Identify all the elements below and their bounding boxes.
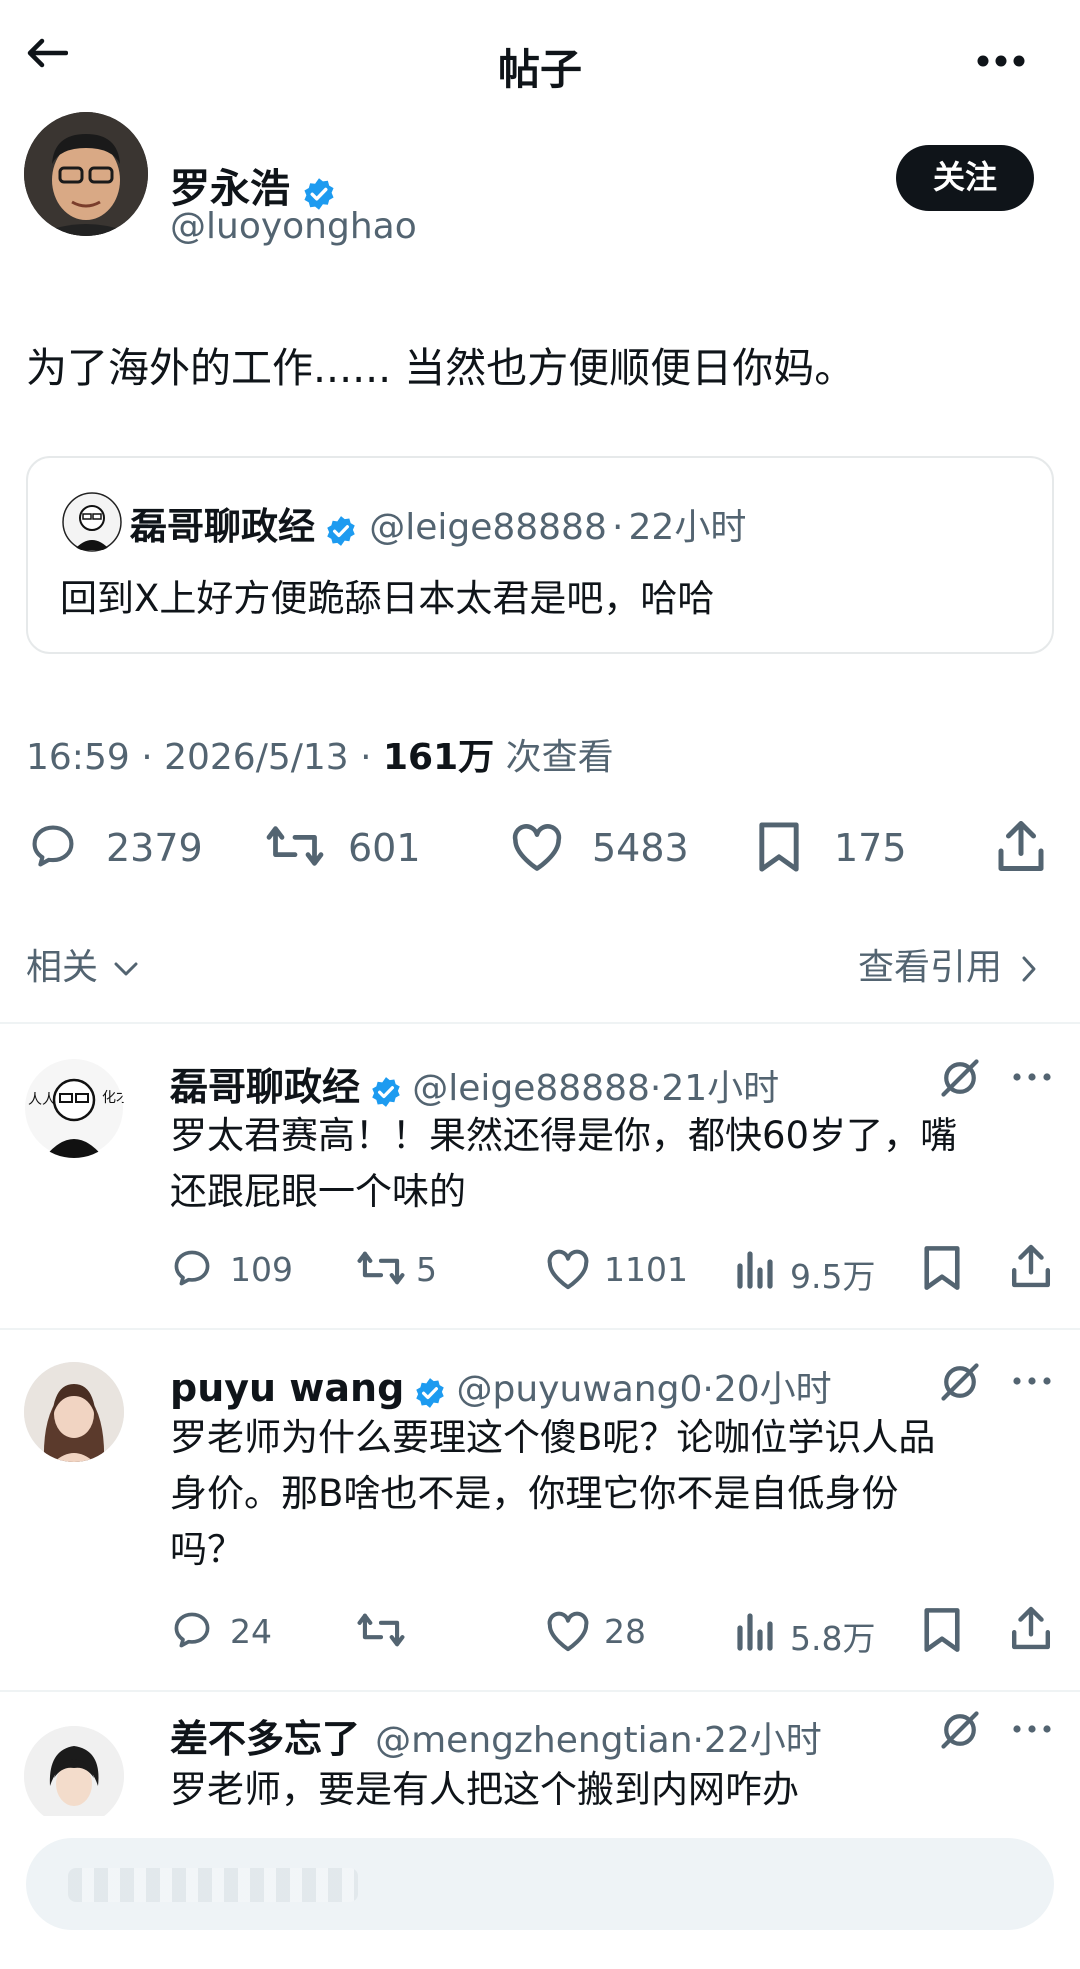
bookmark-icon[interactable] xyxy=(756,820,802,874)
quote-author-handle: @leige88888 xyxy=(369,507,607,548)
post-meta: 16:59 · 2026/5/13 · 161万 次查看 xyxy=(26,728,614,780)
reply-header: 差不多忘了 @mengzhengtian·22小时 xyxy=(170,1708,822,1763)
repost-count: 5 xyxy=(416,1250,437,1289)
bookmark-count: 175 xyxy=(834,826,907,870)
follow-button[interactable]: 关注 xyxy=(896,145,1034,211)
reply-text-line: 身价。那B啥也不是，你理它你不是自低身份 xyxy=(170,1472,899,1515)
reply-avatar[interactable]: 人人 化才 xyxy=(24,1058,124,1158)
quote-text: 回到X上好方便跪舔日本太君是吧，哈哈 xyxy=(60,577,715,620)
blurred-placeholder xyxy=(68,1868,358,1902)
post-timestamp: 16:59 · 2026/5/13 · xyxy=(26,737,383,778)
more-options-icon[interactable] xyxy=(1012,1724,1052,1734)
reply-header: 磊哥聊政经 @leige88888·21小时 xyxy=(170,1056,779,1113)
view-quotes-label: 查看引用 xyxy=(858,947,1003,988)
reply-author-handle[interactable]: @leige88888 xyxy=(412,1068,650,1109)
reply-text-line: 吗？ xyxy=(170,1528,244,1571)
more-options-icon[interactable] xyxy=(1012,1072,1052,1082)
reply-count: 24 xyxy=(230,1612,272,1651)
separator-dot: · xyxy=(611,507,624,548)
separator-dot: · xyxy=(702,1369,714,1410)
reply-author-name[interactable]: 差不多忘了 xyxy=(170,1717,360,1761)
chevron-right-icon xyxy=(1021,955,1037,983)
views-count: 5.8万 xyxy=(790,1619,876,1658)
divider xyxy=(0,1022,1080,1024)
share-icon[interactable] xyxy=(1010,1242,1052,1290)
like-icon[interactable] xyxy=(508,822,566,872)
like-icon[interactable] xyxy=(544,1610,592,1652)
repost-count: 601 xyxy=(348,826,421,870)
post-text: 为了海外的工作...... 当然也方便顺便日你妈。 xyxy=(26,344,856,392)
repost-icon[interactable] xyxy=(264,820,326,872)
reply-avatar[interactable] xyxy=(24,1362,124,1462)
reply-text-line: 还跟屁眼一个味的 xyxy=(170,1170,466,1213)
divider xyxy=(0,1328,1080,1330)
views-count: 9.5万 xyxy=(790,1257,876,1296)
repost-icon[interactable] xyxy=(356,1608,406,1652)
reply-text-line: 罗老师，要是有人把这个搬到内网咋办 xyxy=(170,1768,799,1811)
reply-time: 21小时 xyxy=(661,1068,780,1109)
verified-badge-icon xyxy=(413,1376,447,1410)
quoted-post[interactable]: 磊哥聊政经 @leige88888 · 22小时 回到X上好方便跪舔日本太君是吧… xyxy=(26,456,1054,654)
views-chart-icon[interactable] xyxy=(734,1246,774,1290)
reply-author-handle[interactable]: @puyuwang0 xyxy=(457,1369,703,1410)
separator-dot: · xyxy=(649,1068,662,1109)
reply-avatar[interactable] xyxy=(24,1726,124,1816)
author-handle[interactable]: @luoyonghao xyxy=(170,206,417,247)
reply-time: 22小时 xyxy=(703,1720,822,1761)
view-quotes-link[interactable]: 查看引用 xyxy=(858,938,1037,990)
like-icon[interactable] xyxy=(544,1248,592,1290)
svg-text:化才: 化才 xyxy=(102,1090,124,1106)
reply-count: 109 xyxy=(230,1250,293,1289)
share-icon[interactable] xyxy=(996,818,1046,874)
reply-composer-input[interactable] xyxy=(26,1838,1054,1930)
page-title: 帖子 xyxy=(497,45,582,94)
share-icon[interactable] xyxy=(1010,1604,1052,1652)
reply-time: 20小时 xyxy=(713,1369,832,1410)
like-count: 5483 xyxy=(592,826,689,870)
bookmark-icon[interactable] xyxy=(922,1244,962,1292)
views-chart-icon[interactable] xyxy=(734,1608,774,1652)
svg-text:人人: 人人 xyxy=(28,1092,56,1108)
quote-author-name: 磊哥聊政经 xyxy=(130,505,315,548)
chevron-down-icon xyxy=(113,960,139,978)
repost-icon[interactable] xyxy=(356,1246,406,1290)
views-label: 次查看 xyxy=(494,737,614,778)
reply-author-name[interactable]: 磊哥聊政经 xyxy=(170,1065,360,1109)
reply-icon[interactable] xyxy=(170,1608,214,1652)
like-count: 28 xyxy=(604,1612,646,1651)
separator-dot: · xyxy=(692,1720,704,1761)
reply-icon[interactable] xyxy=(26,820,80,872)
reply-author-name[interactable]: puyu wang xyxy=(170,1366,404,1410)
author-avatar[interactable] xyxy=(24,112,148,236)
like-count: 1101 xyxy=(604,1250,688,1289)
grok-icon[interactable] xyxy=(938,1056,982,1100)
reply-author-handle[interactable]: @mengzhengtian xyxy=(375,1720,692,1761)
grok-icon[interactable] xyxy=(938,1360,982,1404)
more-options-icon[interactable] xyxy=(976,54,1026,68)
verified-badge-icon xyxy=(324,514,358,548)
reply-header: puyu wang @puyuwang0·20小时 xyxy=(170,1360,832,1414)
reply-count: 2379 xyxy=(106,826,203,870)
quote-time: 22小时 xyxy=(628,507,747,548)
reply-text-line: 罗太君赛高！！果然还得是你，都快60岁了，嘴 xyxy=(170,1114,958,1157)
related-label: 相关 xyxy=(26,947,99,988)
reply-item-clipped: 差不多忘了 @mengzhengtian·22小时 罗老师，要是有人把这个搬到内… xyxy=(0,1692,1080,1816)
reply-icon[interactable] xyxy=(170,1246,214,1290)
grok-icon[interactable] xyxy=(938,1708,982,1752)
quote-author-avatar xyxy=(62,492,122,552)
verified-badge-icon xyxy=(369,1075,403,1109)
views-count: 161万 xyxy=(383,737,495,778)
bookmark-icon[interactable] xyxy=(922,1606,962,1654)
reply-text-line: 罗老师为什么要理这个傻B呢？论咖位学识人品 xyxy=(170,1416,936,1459)
more-options-icon[interactable] xyxy=(1012,1376,1052,1386)
related-toggle[interactable]: 相关 xyxy=(26,938,139,990)
